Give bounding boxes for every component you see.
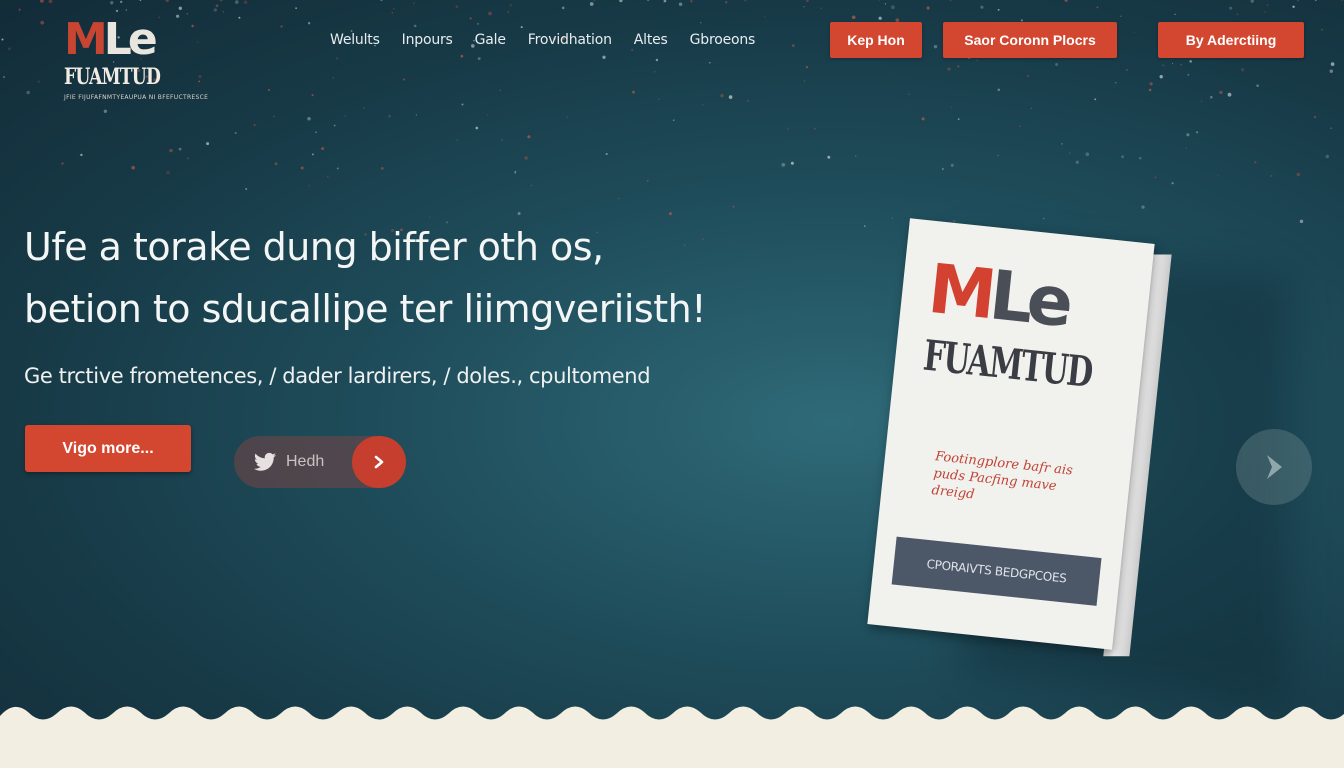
- twitter-pill-label: Hedh: [286, 453, 325, 470]
- twitter-bird-icon: [254, 452, 276, 471]
- logo-wordmark: FUAMTUD: [64, 64, 161, 90]
- header-button-kep-hon[interactable]: Kep Hon: [830, 22, 922, 58]
- next-slide-icon: [1267, 455, 1282, 479]
- chevron-right-icon: [374, 455, 384, 469]
- header-button-saor-coronn[interactable]: Saor Coronn Plocrs: [943, 22, 1117, 58]
- nav-item-frovidhation[interactable]: Frovidhation: [528, 28, 612, 52]
- vigo-more-button[interactable]: Vigo more...: [25, 425, 191, 472]
- nav-item-gale[interactable]: Gale: [475, 28, 506, 52]
- hero-headline: Ufe a torake dung biffer oth os, betion …: [24, 216, 824, 340]
- twitter-follow-pill[interactable]: Hedh: [234, 436, 406, 488]
- featured-book[interactable]: MLe FUAMTUD Footingplore bafr ais puds P…: [867, 218, 1172, 657]
- twitter-pill-arrow-button[interactable]: [352, 436, 406, 488]
- nav-item-inpours[interactable]: Inpours: [402, 28, 453, 52]
- nav-item-altes[interactable]: Altes: [634, 28, 668, 52]
- next-slide-button[interactable]: [1236, 429, 1312, 505]
- logo-tagline: JFIE FIJUFAFNMTYEAUPUA NI BFEFUCTRESCE: [64, 94, 209, 101]
- main-nav: Welults Inpours Gale Frovidhation Altes …: [330, 28, 777, 52]
- hero-headline-line-1: Ufe a torake dung biffer oth os,: [24, 225, 604, 269]
- header-button-by-aderctiing[interactable]: By Aderctiing: [1158, 22, 1304, 58]
- logo-mark: MLe: [64, 14, 158, 65]
- hero-headline-line-2: betion to sducallipe ter liimgveriisth!: [24, 287, 706, 331]
- nav-item-gbroeons[interactable]: Gbroeons: [690, 28, 756, 52]
- book-description: Footingplore bafr ais puds Pacfing mave …: [930, 449, 1074, 503]
- hero-subtitle: Ge trctive frometences, / dader lardirer…: [24, 364, 651, 388]
- book-cover-button[interactable]: CPORAIVTS BEDGPCOES: [891, 536, 1102, 606]
- site-logo[interactable]: MLe FUAMTUD JFIE FIJUFAFNMTYEAUPUA NI BF…: [58, 14, 208, 106]
- book-logo-mark: MLe: [924, 249, 1072, 343]
- bottom-wave-divider: [0, 706, 1344, 768]
- nav-item-welults[interactable]: Welults: [330, 28, 380, 52]
- book-cover: MLe FUAMTUD Footingplore bafr ais puds P…: [867, 218, 1155, 650]
- book-wordmark: FUAMTUD: [921, 330, 1095, 397]
